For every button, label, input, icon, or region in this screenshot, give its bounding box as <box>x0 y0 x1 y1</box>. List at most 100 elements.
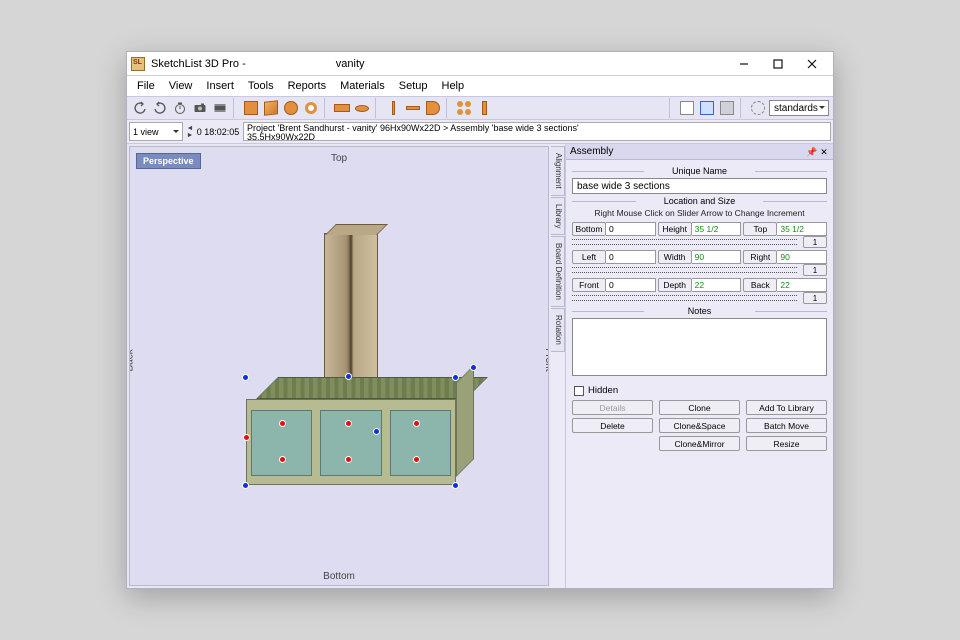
window-maximize-button[interactable] <box>761 54 795 74</box>
batch-move-button[interactable]: Batch Move <box>746 418 827 433</box>
vtab-library[interactable]: Library <box>551 197 565 235</box>
viewport-label-back: Back <box>129 349 136 371</box>
shape-half-button[interactable] <box>424 99 442 117</box>
slider-3[interactable] <box>572 295 797 301</box>
top-value[interactable]: 35 1/2 <box>777 222 827 236</box>
main-area: Perspective Top Bottom Back Front <box>127 144 833 588</box>
depth-label: Depth <box>658 278 692 292</box>
viewport-label-front: Front <box>543 348 550 371</box>
location-size-label: Location and Size <box>572 196 827 206</box>
model-base-cabinet[interactable] <box>246 393 456 487</box>
notes-label: Notes <box>572 306 827 316</box>
assembly-panel: Assembly 📌 ✕ Unique Name Location and Si… <box>565 144 833 588</box>
left-label: Left <box>572 250 606 264</box>
vtab-board-definition[interactable]: Board Definition <box>551 236 565 307</box>
shape-ring-button[interactable] <box>302 99 320 117</box>
width-label: Width <box>658 250 692 264</box>
add-to-library-button[interactable]: Add To Library <box>746 400 827 415</box>
titlebar: SketchList 3D Pro - vanity <box>127 52 833 76</box>
back-value[interactable]: 22 <box>777 278 827 292</box>
view-count-dropdown[interactable]: 1 view <box>129 122 183 141</box>
panel-title: Assembly <box>570 146 613 157</box>
menu-setup[interactable]: Setup <box>393 78 434 94</box>
select-mode-1-button[interactable] <box>678 99 696 117</box>
toolbar: standards <box>127 96 833 120</box>
unique-name-label: Unique Name <box>572 166 827 176</box>
menu-tools[interactable]: Tools <box>242 78 280 94</box>
timer-icon[interactable] <box>171 99 189 117</box>
vtab-rotation[interactable]: Rotation <box>551 308 565 352</box>
menu-materials[interactable]: Materials <box>334 78 391 94</box>
menu-insert[interactable]: Insert <box>200 78 240 94</box>
left-value[interactable]: 0 <box>606 250 656 264</box>
checkbox-icon[interactable] <box>574 386 584 396</box>
right-value[interactable]: 90 <box>777 250 827 264</box>
unique-name-input[interactable] <box>572 178 827 194</box>
menu-view[interactable]: View <box>163 78 199 94</box>
shape-slab-button[interactable] <box>333 99 351 117</box>
standards-dropdown[interactable]: standards <box>769 100 829 116</box>
back-label: Back <box>743 278 777 292</box>
increment-1[interactable]: 1 <box>803 236 827 248</box>
resize-button[interactable]: Resize <box>746 436 827 451</box>
app-logo-icon <box>131 57 145 71</box>
camera-icon[interactable] <box>191 99 209 117</box>
breadcrumb-path[interactable]: Project 'Brent Sandhurst - vanity' 96Hx9… <box>243 122 831 141</box>
slider-1[interactable] <box>572 239 797 245</box>
right-label: Right <box>743 250 777 264</box>
vtab-alignment[interactable]: Alignment <box>551 146 565 196</box>
viewport-label-top: Top <box>331 153 347 164</box>
viewport-mode-badge[interactable]: Perspective <box>136 153 201 169</box>
notes-textarea[interactable] <box>572 318 827 376</box>
height-value[interactable]: 35 1/2 <box>692 222 742 236</box>
shape-rect-button[interactable] <box>242 99 260 117</box>
viewport-label-bottom: Bottom <box>323 571 355 582</box>
delete-button[interactable]: Delete <box>572 418 653 433</box>
history-nav[interactable]: ◄► <box>185 120 195 143</box>
increment-3[interactable]: 1 <box>803 292 827 304</box>
model-tall-cabinet[interactable] <box>324 233 378 397</box>
panel-pin-icon[interactable]: 📌 <box>806 147 816 157</box>
elapsed-time: 0 18:02:05 <box>195 120 241 143</box>
select-mode-2-button[interactable] <box>698 99 716 117</box>
shape-post-button[interactable] <box>475 99 493 117</box>
redo-button[interactable] <box>151 99 169 117</box>
window-close-button[interactable] <box>795 54 829 74</box>
vertical-tabs: Alignment Library Board Definition Rotat… <box>551 144 565 588</box>
movie-icon[interactable] <box>211 99 229 117</box>
menu-file[interactable]: File <box>131 78 161 94</box>
front-label: Front <box>572 278 606 292</box>
clone-mirror-button[interactable]: Clone&Mirror <box>659 436 740 451</box>
shape-dots-button[interactable] <box>455 99 473 117</box>
shape-hbar-button[interactable] <box>404 99 422 117</box>
clone-button[interactable]: Clone <box>659 400 740 415</box>
3d-model[interactable] <box>220 233 470 503</box>
increment-2[interactable]: 1 <box>803 264 827 276</box>
shape-thinbar-button[interactable] <box>384 99 402 117</box>
3d-viewport[interactable]: Perspective Top Bottom Back Front <box>129 146 549 586</box>
details-button[interactable]: Details <box>572 400 653 415</box>
window-minimize-button[interactable] <box>727 54 761 74</box>
bottom-value[interactable]: 0 <box>606 222 656 236</box>
shape-disk-button[interactable] <box>353 99 371 117</box>
menu-reports[interactable]: Reports <box>282 78 333 94</box>
height-label: Height <box>658 222 692 236</box>
shape-cube-button[interactable] <box>262 99 280 117</box>
menu-help[interactable]: Help <box>436 78 471 94</box>
undo-button[interactable] <box>131 99 149 117</box>
top-label: Top <box>743 222 777 236</box>
menubar: File View Insert Tools Reports Materials… <box>127 76 833 96</box>
panel-close-icon[interactable]: ✕ <box>819 147 829 157</box>
shape-circle-button[interactable] <box>282 99 300 117</box>
document-title: vanity <box>336 58 365 70</box>
select-mode-3-button[interactable] <box>718 99 736 117</box>
panel-header: Assembly 📌 ✕ <box>566 144 833 160</box>
depth-value[interactable]: 22 <box>692 278 742 292</box>
front-value[interactable]: 0 <box>606 278 656 292</box>
app-window: SketchList 3D Pro - vanity File View Ins… <box>126 51 834 589</box>
hidden-checkbox[interactable]: Hidden <box>574 385 827 396</box>
clone-space-button[interactable]: Clone&Space <box>659 418 740 433</box>
slider-2[interactable] <box>572 267 797 273</box>
width-value[interactable]: 90 <box>692 250 742 264</box>
gear-icon[interactable] <box>749 99 767 117</box>
